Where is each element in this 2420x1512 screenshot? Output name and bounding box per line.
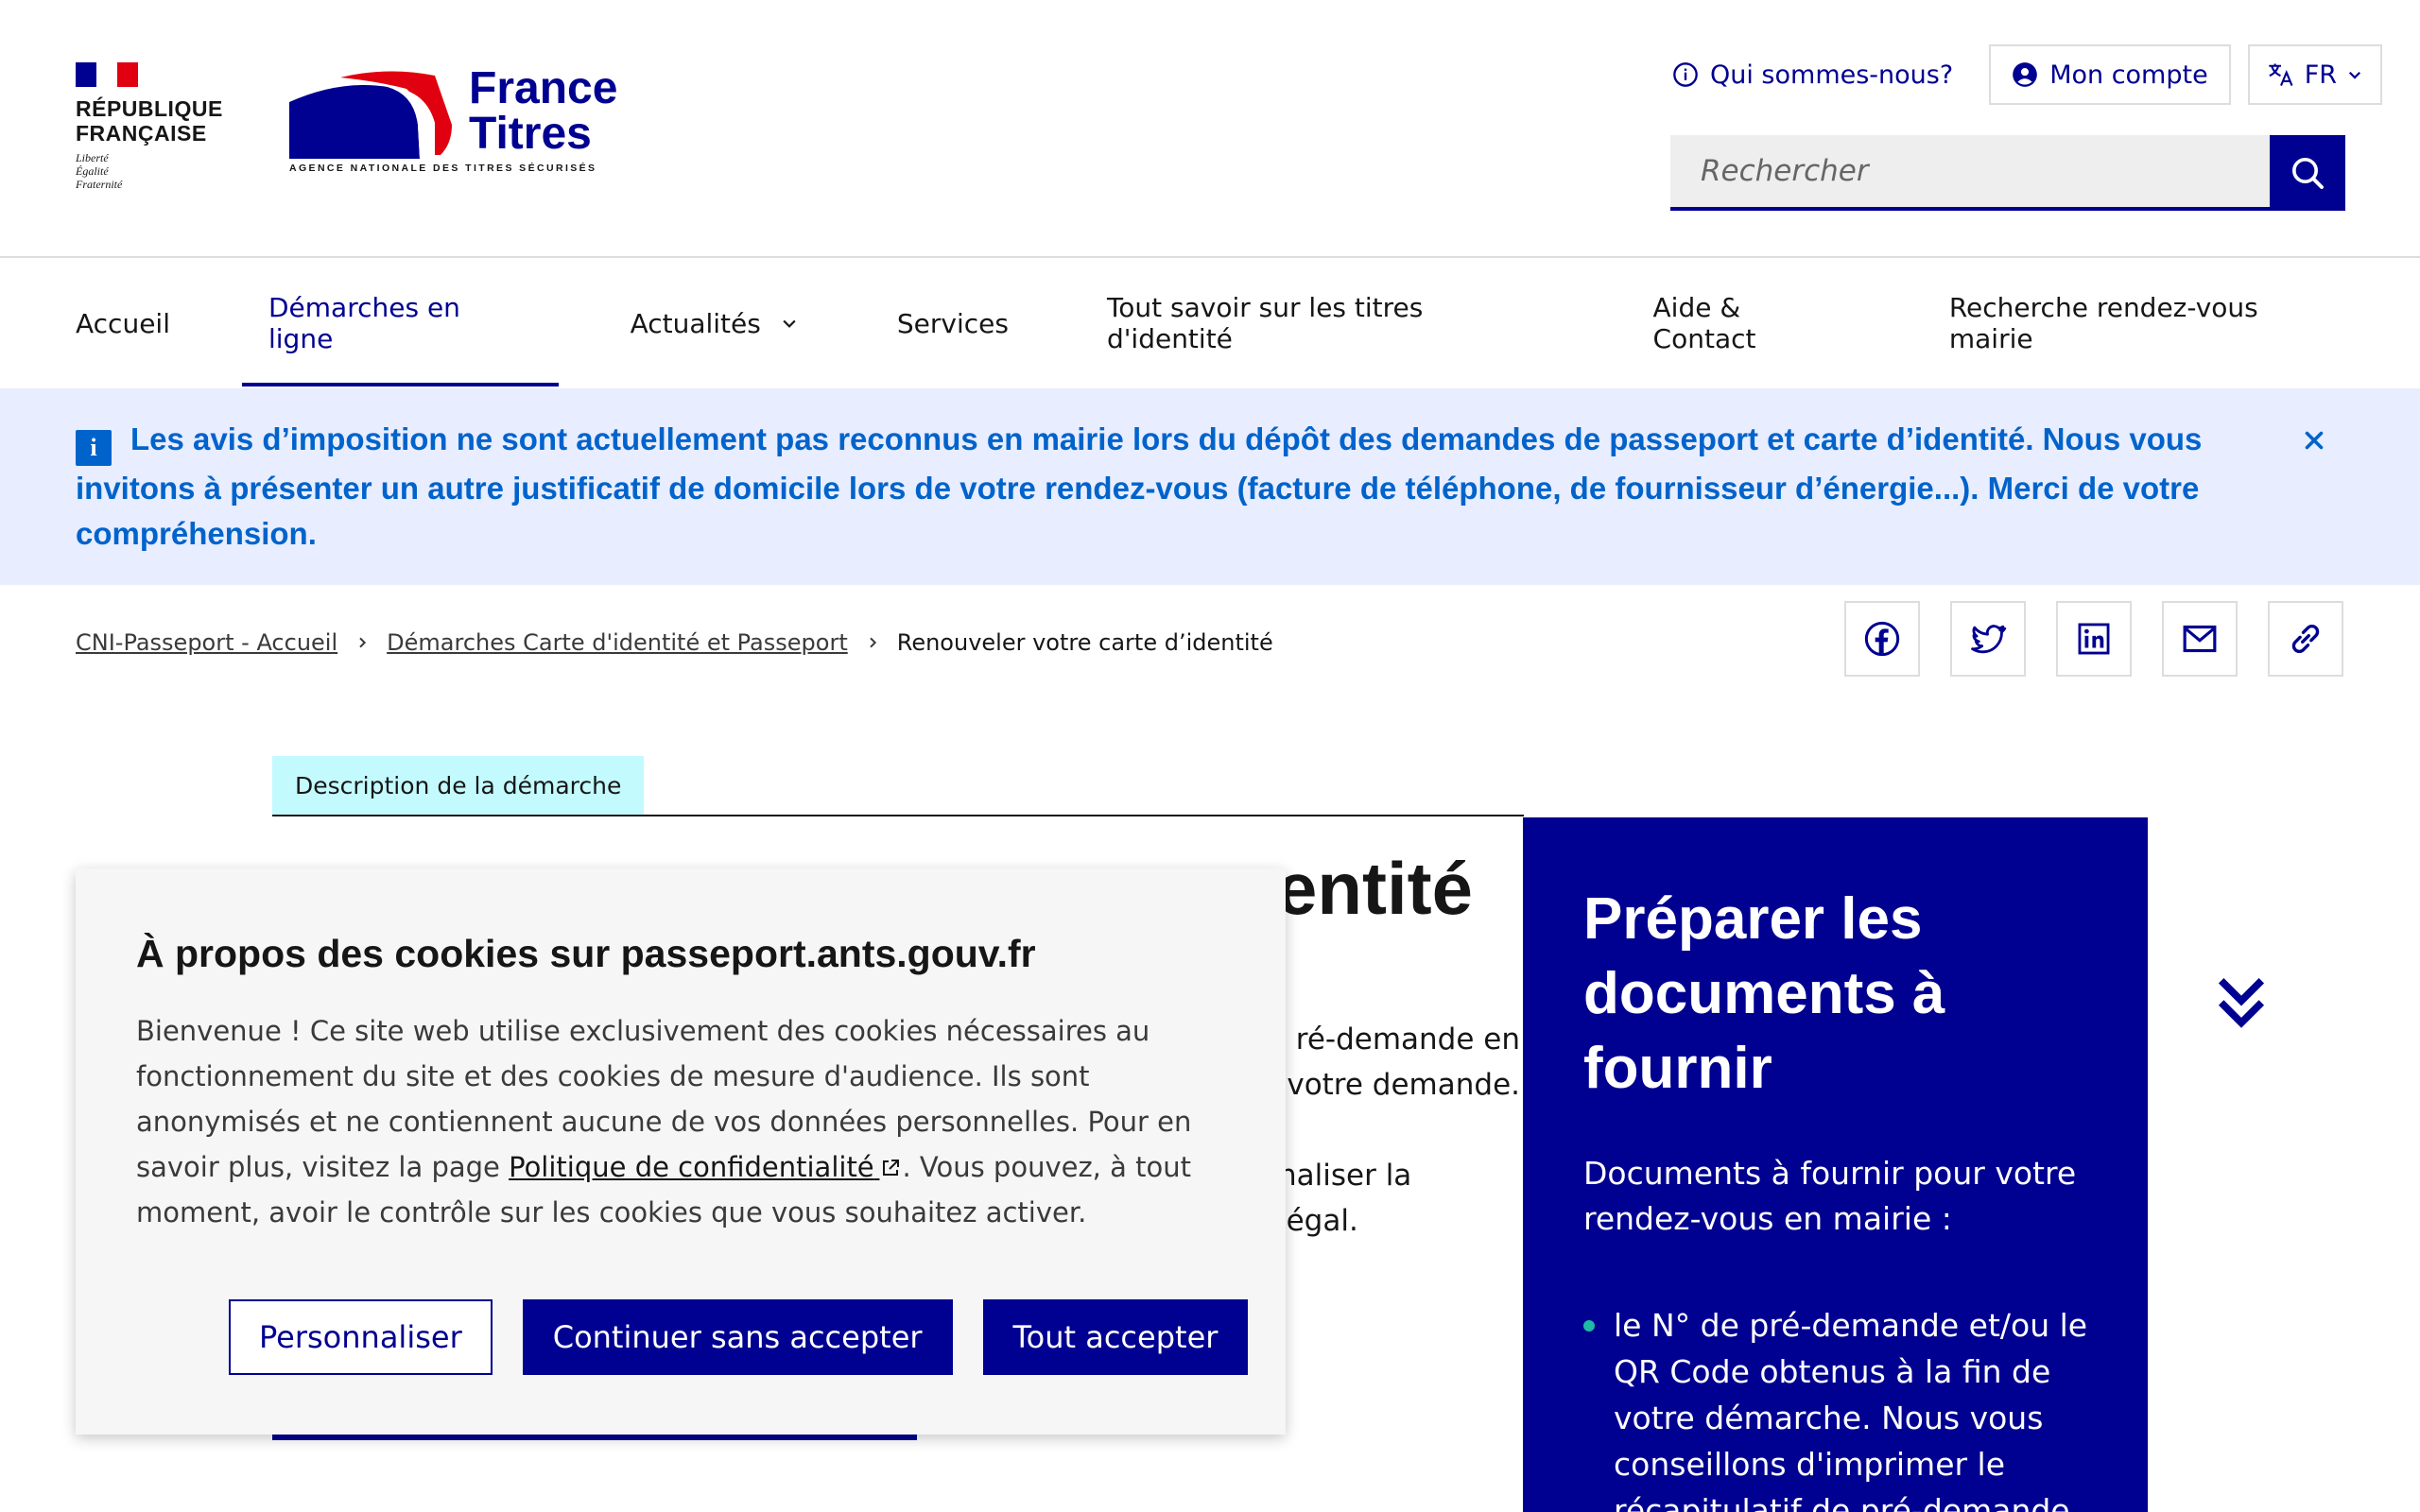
nav-item-aide-contact[interactable]: Aide & Contact (1627, 260, 1877, 387)
breadcrumb-link-demarches[interactable]: Démarches Carte d'identité et Passeport (387, 629, 848, 656)
site-header: RÉPUBLIQUE FRANÇAISE Liberté Égalité Fra… (0, 0, 2420, 258)
republique-francaise-title: RÉPUBLIQUE FRANÇAISE (76, 96, 223, 146)
copy-link-button[interactable] (2268, 601, 2343, 677)
breadcrumb: CNI-Passeport - Accueil Démarches Carte … (76, 629, 1273, 656)
brand-tagline: AGENCE NATIONALE DES TITRES SÉCURISÉS (289, 163, 597, 174)
cookie-title: À propos des cookies sur passeport.ants.… (136, 932, 1036, 975)
account-icon (2013, 62, 2038, 87)
nav-item-titres-identite[interactable]: Tout savoir sur les titres d'identité (1080, 260, 1582, 387)
cookie-consent-dialog: À propos des cookies sur passeport.ants.… (76, 868, 1286, 1435)
header-tools: Qui sommes-nous? Mon compte FR (1653, 44, 2382, 105)
mail-icon (2183, 625, 2217, 653)
nav-label: Aide & Contact (1652, 292, 1756, 354)
accept-all-button[interactable]: Tout accepter (982, 1299, 1249, 1375)
share-twitter-button[interactable] (1950, 601, 2026, 677)
share-buttons (1844, 601, 2343, 677)
search-icon (2292, 158, 2324, 189)
translate-icon (2269, 63, 2293, 86)
close-icon[interactable] (2297, 423, 2331, 457)
notice-text: Les avis d’imposition ne sont actuelleme… (76, 421, 2203, 551)
cookie-description: Bienvenue ! Ce site web utilise exclusiv… (136, 1008, 1233, 1235)
info-notice: i Les avis d’imposition ne sont actuellem… (0, 388, 2420, 585)
divider (272, 815, 1524, 816)
brand-name: France Titres (469, 63, 618, 159)
cookie-actions: Personnaliser Continuer sans accepter To… (229, 1299, 1249, 1375)
facebook-icon (1864, 621, 1900, 657)
privacy-policy-label: Politique de confidentialité (509, 1151, 874, 1183)
link-icon (2291, 625, 2320, 653)
page-title-text: entité (1275, 847, 1473, 930)
about-link[interactable]: Qui sommes-nous? (1653, 44, 1972, 105)
chevron-right-icon (359, 637, 367, 648)
nav-item-rendez-vous-mairie[interactable]: Recherche rendez-vous mairie (1923, 260, 2375, 387)
section-tag: Description de la démarche (272, 756, 645, 815)
french-flag-icon (76, 62, 138, 87)
continue-without-accepting-button[interactable]: Continuer sans accepter (522, 1299, 953, 1375)
share-linkedin-button[interactable] (2056, 601, 2132, 677)
customize-button[interactable]: Personnaliser (229, 1299, 493, 1375)
breadcrumb-current: Renouveler votre carte d’identité (896, 629, 1273, 656)
info-circle-icon (1673, 62, 1698, 87)
search-input[interactable] (1670, 135, 2270, 211)
account-label: Mon compte (2049, 60, 2208, 90)
double-chevron-down-icon[interactable] (2215, 973, 2268, 1032)
documents-card-title: Préparer les documents à fournir (1583, 886, 1945, 1101)
twitter-icon (1971, 625, 2007, 654)
documents-card: Préparer les documents à fournir Documen… (1523, 817, 2148, 1512)
search-bar (1670, 135, 2345, 211)
chevron-down-icon (2348, 71, 2361, 79)
chevron-down-icon (783, 319, 796, 328)
nav-item-demarches-en-ligne[interactable]: Démarches en ligne (241, 260, 559, 387)
nav-label: Services (896, 307, 1009, 339)
account-button[interactable]: Mon compte (1989, 44, 2231, 105)
language-label: FR (2304, 60, 2337, 90)
nav-label: Accueil (76, 307, 170, 339)
nav-label: Recherche rendez-vous mairie (1948, 292, 2258, 354)
france-titres-logo[interactable]: France Titres AGENCE NATIONALE DES TITRE… (284, 63, 618, 180)
content-underline (272, 1435, 917, 1440)
nav-label: Tout savoir sur les titres d'identité (1106, 292, 1424, 354)
about-label: Qui sommes-nous? (1709, 60, 1954, 90)
linkedin-icon (2078, 623, 2110, 655)
france-titres-emblem-icon (289, 71, 452, 159)
share-mail-button[interactable] (2162, 601, 2238, 677)
info-icon: i (76, 430, 112, 466)
republique-francaise-logo[interactable]: RÉPUBLIQUE FRANÇAISE Liberté Égalité Fra… (76, 62, 227, 191)
nav-item-services[interactable]: Services (871, 260, 1035, 387)
notice-message: i Les avis d’imposition ne sont actuellem… (76, 417, 2212, 557)
nav-item-accueil[interactable]: Accueil (49, 260, 197, 387)
nav-item-actualites[interactable]: Actualités (604, 260, 825, 387)
documents-list: le N° de pré-demande et/ou le QR Code ob… (1583, 1302, 2091, 1512)
main-navigation: Accueil Démarches en ligne Actualités Se… (0, 260, 2420, 387)
republique-motto: Liberté Égalité Fraternité (76, 151, 123, 191)
nav-label: Actualités (630, 307, 761, 339)
chevron-right-icon (870, 637, 876, 648)
documents-card-intro: Documents à fournir pour votre rendez-vo… (1583, 1155, 2077, 1237)
share-facebook-button[interactable] (1844, 601, 1920, 677)
search-button[interactable] (2270, 135, 2345, 211)
nav-label: Démarches en ligne (268, 292, 460, 354)
language-selector[interactable]: FR (2247, 44, 2382, 105)
privacy-policy-link[interactable]: Politique de confidentialité (509, 1151, 902, 1183)
breadcrumb-link-home[interactable]: CNI-Passeport - Accueil (76, 629, 337, 656)
external-link-icon (883, 1160, 900, 1176)
list-item: le N° de pré-demande et/ou le QR Code ob… (1583, 1302, 2091, 1512)
